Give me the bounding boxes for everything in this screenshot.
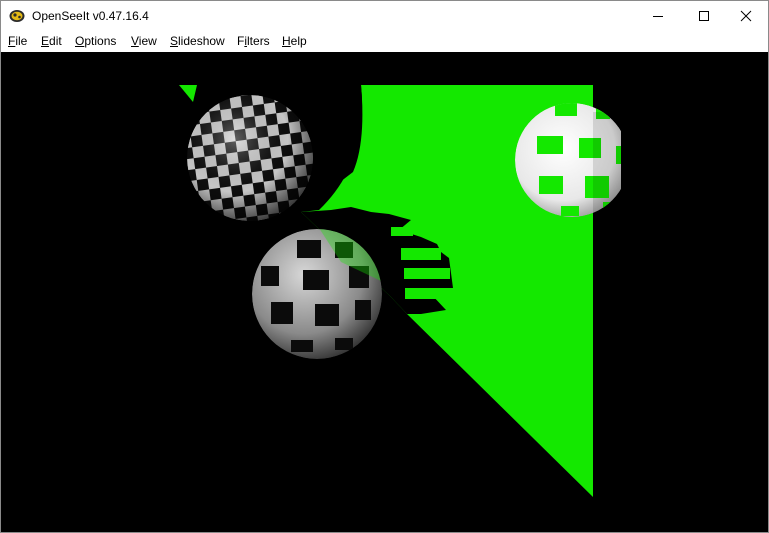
menu-edit[interactable]: Edit <box>41 34 62 48</box>
app-window: OpenSeeIt v0.47.16.4 File Edit Options V… <box>0 0 769 533</box>
menu-options[interactable]: Options <box>75 34 116 48</box>
menu-help[interactable]: Help <box>282 34 307 48</box>
green-sliver <box>179 85 197 102</box>
minimize-button[interactable] <box>635 1 681 31</box>
maximize-icon <box>699 11 709 21</box>
window-title: OpenSeeIt v0.47.16.4 <box>32 9 149 23</box>
checkered-sphere <box>187 95 313 221</box>
raytraced-image <box>179 85 768 497</box>
close-button[interactable] <box>723 1 768 31</box>
menu-file[interactable]: File <box>8 34 27 48</box>
minimize-icon <box>653 16 663 17</box>
title-bar[interactable]: OpenSeeIt v0.47.16.4 <box>1 1 768 31</box>
close-icon <box>740 10 752 22</box>
filters-mnemonic-part: ilters <box>244 34 270 48</box>
menu-view[interactable]: View <box>131 34 157 48</box>
menu-slideshow[interactable]: Slideshow <box>170 34 225 48</box>
menu-filters[interactable]: Filters <box>237 34 270 48</box>
app-icon <box>9 10 25 22</box>
menu-bar: File Edit Options View Slideshow Filters… <box>1 31 768 51</box>
maximize-button[interactable] <box>681 1 727 31</box>
image-viewport[interactable] <box>1 52 768 532</box>
